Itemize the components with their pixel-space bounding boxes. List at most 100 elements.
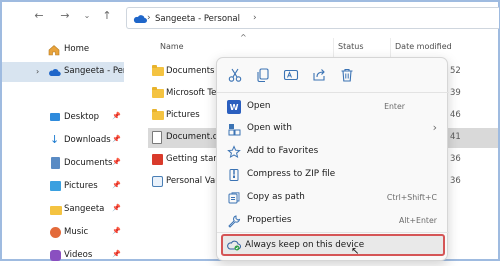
sidebar-item-documents[interactable]: Documents 📌 [2, 154, 124, 174]
mouse-cursor-icon: ↖ [351, 246, 360, 257]
cloud-check-icon [227, 240, 241, 251]
menu-item-compress-zip[interactable]: Compress to ZIP file [223, 164, 443, 186]
menu-item-label: Compress to ZIP file [247, 169, 336, 179]
breadcrumb-chevron-icon: › [253, 13, 257, 23]
desktop-icon [50, 113, 60, 121]
sidebar-item-label: Sangeeta [64, 204, 105, 214]
pin-icon: 📌 [112, 250, 121, 258]
delete-icon[interactable] [339, 67, 355, 83]
menu-divider [217, 232, 449, 233]
file-name: Personal Vaul [166, 176, 223, 186]
menu-item-properties[interactable]: Properties Alt+Enter [223, 210, 443, 232]
menu-item-open[interactable]: W Open Enter [223, 96, 443, 118]
file-name: Document.do [166, 132, 224, 142]
sidebar-item-label: Desktop [64, 112, 100, 122]
file-icon [152, 131, 162, 144]
pin-icon: 📌 [112, 112, 121, 120]
sidebar-item-label: Videos [64, 250, 93, 260]
menu-item-copy-as-path[interactable]: Copy as path Ctrl+Shift+C [223, 187, 443, 209]
date-modified: 41 [450, 132, 461, 142]
date-modified: 52 [450, 66, 461, 76]
menu-item-shortcut: Enter [384, 102, 405, 111]
date-modified: 39 [450, 88, 461, 98]
menu-item-shortcut: Ctrl+Shift+C [386, 193, 437, 202]
back-arrow-icon[interactable]: ← [32, 9, 46, 23]
sidebar-item-label: Pictures [64, 181, 98, 191]
share-icon[interactable] [311, 67, 327, 83]
pin-icon: 📌 [112, 204, 121, 212]
quick-actions-bar [217, 58, 449, 92]
sidebar-item-home[interactable]: Home [2, 40, 124, 60]
menu-item-label: Always keep on this device [245, 240, 365, 250]
copy-path-icon [228, 192, 240, 204]
home-icon [48, 45, 60, 56]
top-bar: ← → ⌄ ↑ › Sangeeta - Personal › [2, 2, 499, 32]
shortcut-icon [152, 176, 163, 187]
sidebar-item-label: Downloads [64, 135, 111, 145]
music-icon [50, 227, 61, 238]
menu-item-always-keep-on-device[interactable]: Always keep on this device ↖ [221, 234, 445, 257]
star-icon [227, 145, 241, 159]
menu-item-label: Open with [247, 123, 292, 133]
context-menu: W Open Enter Open with › Add to Favorite… [216, 57, 449, 261]
sidebar-item-sangeeta-personal[interactable]: › Sangeeta - Perso [2, 62, 124, 82]
menu-item-shortcut: Alt+Enter [398, 216, 437, 225]
address-bar[interactable]: › Sangeeta - Personal › [126, 7, 499, 29]
cut-icon[interactable] [227, 67, 243, 83]
pictures-icon [50, 181, 61, 191]
expand-chevron-icon[interactable]: › [36, 67, 39, 76]
sidebar-item-pictures[interactable]: Pictures 📌 [2, 177, 124, 197]
videos-icon [50, 250, 61, 261]
pin-icon: 📌 [112, 181, 121, 189]
date-modified: 36 [450, 176, 461, 186]
file-name: Pictures [166, 110, 200, 120]
breadcrumb-chevron-icon: › [147, 13, 151, 23]
document-icon [51, 157, 60, 169]
folder-icon [50, 206, 62, 215]
folder-icon [152, 87, 164, 98]
folder-icon [152, 109, 164, 120]
rename-icon[interactable] [283, 67, 299, 83]
onedrive-cloud-icon [49, 69, 61, 76]
folder-icon [152, 65, 164, 76]
sidebar-item-label: Home [64, 44, 90, 54]
breadcrumb-item[interactable]: Sangeeta - Personal [155, 14, 240, 24]
menu-item-label: Open [247, 101, 271, 111]
file-name: Microsoft Tea [166, 88, 222, 98]
sidebar-item-desktop[interactable]: Desktop 📌 [2, 108, 124, 128]
pdf-icon [152, 154, 163, 165]
date-modified: 46 [450, 110, 461, 120]
sidebar-item-sangeeta[interactable]: Sangeeta 📌 [2, 200, 124, 220]
sidebar-item-label: Music [64, 227, 89, 237]
sidebar-item-label: Documents [64, 158, 113, 168]
sidebar-item-videos[interactable]: Videos 📌 [2, 246, 124, 266]
onedrive-cloud-icon [133, 15, 147, 23]
menu-item-open-with[interactable]: Open with › [223, 118, 443, 140]
download-icon: ↓ [50, 133, 60, 146]
sidebar-item-downloads[interactable]: ↓ Downloads 📌 [2, 131, 124, 151]
word-icon: W [227, 100, 241, 114]
pin-icon: 📌 [112, 158, 121, 166]
open-with-icon [228, 124, 241, 136]
menu-divider [217, 92, 449, 93]
menu-item-add-to-favorites[interactable]: Add to Favorites [223, 141, 443, 163]
column-header-status[interactable]: Status [338, 42, 364, 51]
up-arrow-icon[interactable]: ↑ [100, 9, 114, 23]
recent-chevron-icon[interactable]: ⌄ [80, 9, 94, 23]
submenu-chevron-icon: › [432, 121, 437, 134]
file-name: Documents [166, 66, 215, 76]
pin-icon: 📌 [112, 135, 121, 143]
wrench-icon [228, 215, 241, 228]
menu-item-label: Add to Favorites [247, 146, 319, 156]
date-modified: 36 [450, 154, 461, 164]
forward-arrow-icon[interactable]: → [58, 9, 72, 23]
menu-item-label: Properties [247, 215, 292, 225]
zip-icon [229, 169, 239, 181]
column-header-date-modified[interactable]: Date modified [395, 42, 452, 51]
copy-icon[interactable] [255, 67, 271, 83]
pin-icon: 📌 [112, 227, 121, 235]
sort-ascending-icon: ^ [240, 33, 247, 42]
column-header-name[interactable]: Name [160, 42, 184, 51]
sidebar-item-music[interactable]: Music 📌 [2, 223, 124, 243]
sidebar-item-label: Sangeeta - Perso [64, 66, 124, 76]
